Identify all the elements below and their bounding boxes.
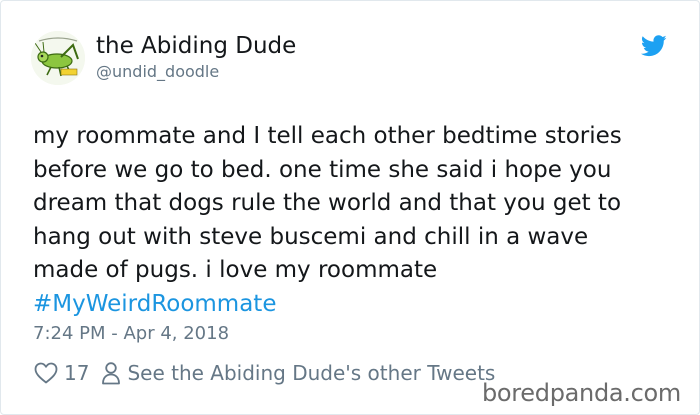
tweet-text-line: hang out with steve buscemi and chill in… <box>33 223 589 250</box>
tweet-text: my roommate and I tell each other bedtim… <box>33 120 673 321</box>
heart-icon[interactable] <box>34 362 58 384</box>
other-tweets-link[interactable]: See the Abiding Dude's other Tweets <box>127 361 495 385</box>
watermark: boredpanda.com <box>481 379 681 407</box>
tweet-text-line: dream that dogs rule the world and that … <box>33 190 622 216</box>
tweet-timestamp[interactable]: 7:24 PM - Apr 4, 2018 <box>33 323 229 344</box>
like-count[interactable]: 17 <box>64 361 89 385</box>
author-handle[interactable]: @undid_doodle <box>96 62 219 81</box>
tweet-text-line: before we go to bed. one time she said i… <box>33 156 612 183</box>
tweet-text-line: made of pugs. i love my roommate <box>33 257 438 283</box>
tweet-actions: 17 See the Abiding Dude's other Tweets <box>34 359 495 387</box>
tweet-card: the Abiding Dude @undid_doodle my roomma… <box>0 0 700 415</box>
tweet-text-line: my roommate and I tell each other bedtim… <box>33 123 622 149</box>
author-name[interactable]: the Abiding Dude <box>96 33 296 59</box>
grasshopper-avatar-icon <box>31 31 85 85</box>
avatar[interactable] <box>31 31 85 85</box>
hashtag-link[interactable]: #MyWeirdRoommate <box>33 288 673 322</box>
person-icon <box>102 362 121 385</box>
twitter-bird-icon[interactable] <box>641 35 667 57</box>
